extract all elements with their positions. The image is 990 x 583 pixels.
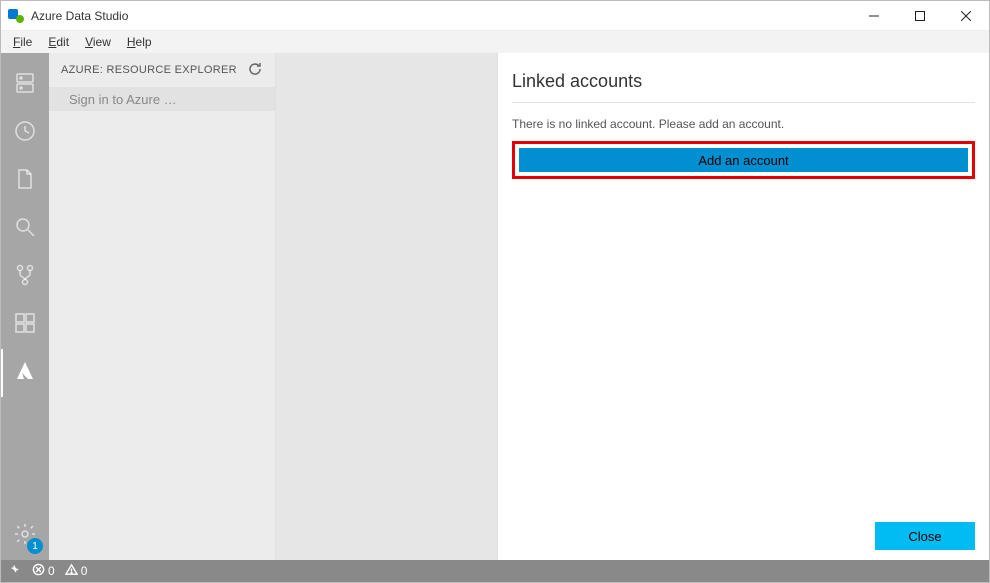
panel-footer: Close bbox=[512, 512, 975, 550]
error-icon bbox=[32, 563, 45, 579]
menu-view[interactable]: View bbox=[77, 33, 119, 51]
window-controls bbox=[851, 1, 989, 30]
activitybar: 1 bbox=[1, 53, 49, 560]
file-icon bbox=[13, 167, 37, 196]
minimize-button[interactable] bbox=[851, 1, 897, 30]
statusbar: 0 0 bbox=[1, 560, 989, 582]
menu-edit[interactable]: Edit bbox=[40, 33, 77, 51]
editor-area bbox=[276, 53, 497, 560]
activity-tasks[interactable] bbox=[1, 109, 49, 157]
sign-in-to-azure[interactable]: Sign in to Azure … bbox=[49, 87, 275, 111]
sidepanel-header: AZURE: RESOURCE EXPLORER bbox=[49, 53, 275, 87]
activity-search[interactable] bbox=[1, 205, 49, 253]
activity-servers[interactable] bbox=[1, 61, 49, 109]
server-icon bbox=[13, 71, 37, 100]
panel-message: There is no linked account. Please add a… bbox=[512, 117, 975, 131]
azure-icon bbox=[13, 359, 37, 388]
linked-accounts-panel: Linked accounts There is no linked accou… bbox=[497, 53, 989, 560]
error-count: 0 bbox=[48, 564, 55, 578]
status-warnings[interactable]: 0 bbox=[65, 563, 88, 579]
highlight-annotation: Add an account bbox=[512, 141, 975, 179]
menu-help[interactable]: Help bbox=[119, 33, 160, 51]
close-window-button[interactable] bbox=[943, 1, 989, 30]
activity-settings[interactable]: 1 bbox=[1, 512, 49, 560]
maximize-button[interactable] bbox=[897, 1, 943, 30]
extensions-icon bbox=[13, 311, 37, 340]
titlebar: Azure Data Studio bbox=[1, 1, 989, 31]
warning-icon bbox=[65, 563, 78, 579]
activity-azure[interactable] bbox=[1, 349, 49, 397]
activity-extensions[interactable] bbox=[1, 301, 49, 349]
close-button[interactable]: Close bbox=[875, 522, 975, 550]
status-errors[interactable]: 0 bbox=[32, 563, 55, 579]
search-icon bbox=[13, 215, 37, 244]
body: 1 AZURE: RESOURCE EXPLORER Sign in to Az… bbox=[1, 53, 989, 560]
sidepanel: AZURE: RESOURCE EXPLORER Sign in to Azur… bbox=[49, 53, 276, 560]
add-account-button[interactable]: Add an account bbox=[519, 148, 968, 172]
refresh-icon bbox=[247, 61, 263, 77]
git-icon bbox=[13, 263, 37, 292]
status-remote[interactable] bbox=[9, 563, 22, 579]
menubar: File Edit View Help bbox=[1, 31, 989, 53]
warning-count: 0 bbox=[81, 564, 88, 578]
app-title: Azure Data Studio bbox=[31, 9, 128, 23]
sidepanel-title: AZURE: RESOURCE EXPLORER bbox=[61, 64, 237, 76]
activity-explorer[interactable] bbox=[1, 157, 49, 205]
app-icon bbox=[7, 7, 25, 25]
clock-icon bbox=[13, 119, 37, 148]
window: Azure Data Studio File Edit View Help bbox=[0, 0, 990, 583]
refresh-button[interactable] bbox=[247, 61, 263, 80]
panel-title: Linked accounts bbox=[512, 71, 975, 92]
sign-in-label: Sign in to Azure … bbox=[69, 92, 177, 107]
activity-source-control[interactable] bbox=[1, 253, 49, 301]
menu-file[interactable]: File bbox=[5, 33, 40, 51]
divider bbox=[512, 102, 975, 103]
remote-icon bbox=[9, 563, 22, 579]
settings-badge: 1 bbox=[27, 538, 43, 554]
